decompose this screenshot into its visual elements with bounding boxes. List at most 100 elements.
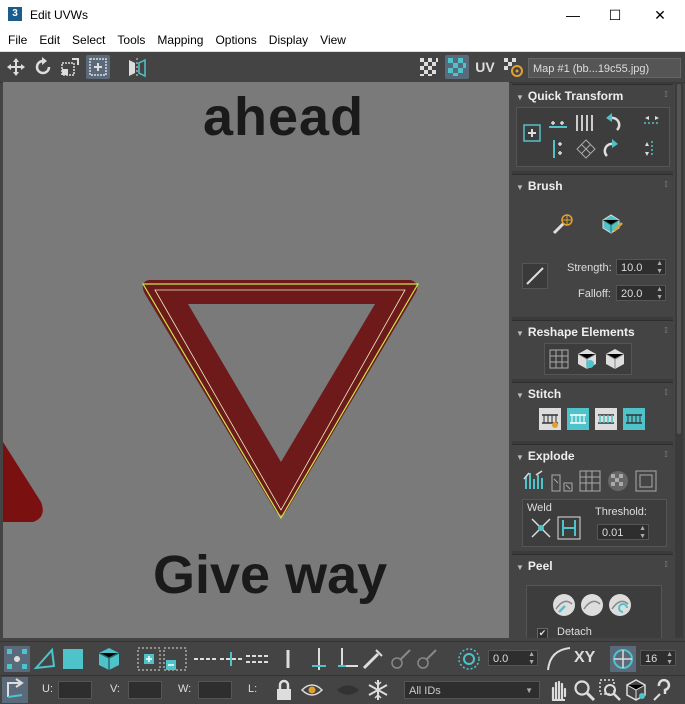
- space-vertical-icon[interactable]: [573, 112, 595, 134]
- align-horizontal-icon[interactable]: [547, 112, 569, 134]
- paint-brush-icon[interactable]: [550, 211, 576, 237]
- menu-display[interactable]: Display: [263, 30, 314, 51]
- split-frame-icon[interactable]: [634, 469, 658, 493]
- u-field[interactable]: [58, 681, 92, 699]
- zoom-extents-icon[interactable]: [624, 678, 648, 702]
- menu-options[interactable]: Options: [209, 30, 262, 51]
- explode-header[interactable]: ▼ Explode: [516, 449, 575, 463]
- angle-spinner[interactable]: 0.0 ▲ ▼: [488, 650, 538, 666]
- loop-grow-icon[interactable]: [218, 646, 244, 672]
- split-polygons-icon[interactable]: [550, 469, 574, 493]
- hide-selection-icon[interactable]: [300, 678, 324, 702]
- unhide-icon[interactable]: [336, 678, 360, 702]
- falloff-spinner[interactable]: 20.0 ▲ ▼: [616, 285, 666, 301]
- peel-reset-icon[interactable]: [607, 592, 633, 618]
- break-icon[interactable]: [522, 469, 546, 493]
- split-checker-icon[interactable]: [606, 469, 630, 493]
- straighten-icon[interactable]: [547, 347, 571, 371]
- minimize-button[interactable]: —: [558, 4, 588, 26]
- xy-space-button[interactable]: XY: [574, 649, 595, 667]
- mirror-tool-button[interactable]: [125, 55, 149, 79]
- checker-icon: [420, 58, 438, 76]
- peel-mode-icon[interactable]: [579, 592, 605, 618]
- menu-edit[interactable]: Edit: [33, 30, 66, 51]
- reshape-elements-header[interactable]: ▼ Reshape Elements: [516, 325, 635, 339]
- relax-shape-icon[interactable]: [575, 347, 599, 371]
- align-center-icon[interactable]: [521, 122, 543, 144]
- edge-distance-icon[interactable]: [610, 646, 636, 672]
- v-label: V:: [110, 683, 120, 695]
- vertex-select-icon[interactable]: [4, 646, 30, 672]
- quick-peel-icon[interactable]: [551, 592, 577, 618]
- flip-horizontal-icon[interactable]: [641, 112, 663, 134]
- falloff-curve-icon[interactable]: [546, 646, 572, 672]
- freeform-tool-button[interactable]: [86, 55, 110, 79]
- zoom-region-icon[interactable]: [598, 678, 622, 702]
- split-grid-icon[interactable]: [578, 469, 602, 493]
- move-tool-button[interactable]: [4, 55, 28, 79]
- ring-select-icon[interactable]: [244, 646, 270, 672]
- v-field[interactable]: [128, 681, 162, 699]
- freeze-icon[interactable]: [366, 678, 390, 702]
- flip-vertical-icon[interactable]: [641, 138, 663, 160]
- uv-viewport[interactable]: ahead Give way: [3, 82, 509, 638]
- menu-tools[interactable]: Tools: [111, 30, 151, 51]
- relax-brush-icon[interactable]: [598, 211, 624, 237]
- ring-shrink-icon[interactable]: [306, 646, 332, 672]
- peel-header[interactable]: ▼ Peel: [516, 559, 553, 573]
- rotate-cw-icon[interactable]: [601, 138, 623, 160]
- lock-icon[interactable]: [272, 678, 296, 702]
- brush-header[interactable]: ▼ Brush: [516, 179, 563, 193]
- panel-scrollbar[interactable]: [675, 82, 683, 638]
- grow-selection-icon[interactable]: [136, 646, 162, 672]
- align-vertical-icon[interactable]: [547, 138, 569, 160]
- element-select-icon[interactable]: [96, 646, 122, 672]
- absolute-offset-icon[interactable]: [2, 677, 28, 703]
- stitch-header[interactable]: ▼ Stitch: [516, 387, 561, 401]
- stitch-target-icon[interactable]: [622, 407, 646, 431]
- pan-hand-icon[interactable]: [546, 678, 570, 702]
- shrink-selection-icon[interactable]: [162, 646, 188, 672]
- detach-checkbox[interactable]: ✔: [537, 628, 548, 638]
- loop-select-icon[interactable]: [192, 646, 218, 672]
- rotate-ccw-icon[interactable]: [601, 112, 623, 134]
- scale-tool-button[interactable]: [58, 55, 82, 79]
- weld-selected-icon[interactable]: [529, 516, 553, 540]
- edge-select-icon[interactable]: [32, 646, 58, 672]
- w-field[interactable]: [198, 681, 232, 699]
- box-shape-icon[interactable]: [603, 347, 627, 371]
- paint-select-icon[interactable]: [360, 646, 386, 672]
- grid-size-spinner[interactable]: 16 ▲ ▼: [640, 650, 676, 666]
- brush-line-icon[interactable]: [522, 263, 548, 289]
- rotate-tool-button[interactable]: [31, 55, 55, 79]
- help-icon[interactable]: [652, 678, 676, 702]
- stitch-average-icon[interactable]: [594, 407, 618, 431]
- menu-file[interactable]: File: [0, 30, 33, 51]
- uv-axis-button[interactable]: UV: [473, 55, 497, 79]
- checker-pattern-button[interactable]: [445, 55, 469, 79]
- zoom-icon[interactable]: [572, 678, 596, 702]
- stitch-custom-icon[interactable]: [538, 407, 562, 431]
- paint-shrink-icon[interactable]: [414, 646, 440, 672]
- soft-selection-icon[interactable]: [456, 646, 482, 672]
- checker-toggle-button[interactable]: [417, 55, 441, 79]
- select-by-angle-icon[interactable]: [334, 646, 360, 672]
- menu-view[interactable]: View: [314, 30, 352, 51]
- menu-mapping[interactable]: Mapping: [151, 30, 209, 51]
- show-map-button[interactable]: [501, 55, 525, 79]
- quick-transform-header[interactable]: ▼ Quick Transform: [516, 89, 623, 103]
- face-select-icon[interactable]: [60, 646, 86, 672]
- ring-grow-icon[interactable]: [278, 646, 298, 672]
- maximize-button[interactable]: ☐: [600, 4, 630, 26]
- stitch-source-icon[interactable]: [566, 407, 590, 431]
- material-id-dropdown[interactable]: All IDs ▼: [404, 681, 540, 699]
- menu-select[interactable]: Select: [66, 30, 111, 51]
- map-dropdown[interactable]: Map #1 (bb...19c55.jpg): [528, 58, 681, 78]
- paint-grow-icon[interactable]: [388, 646, 414, 672]
- scrollbar-thumb[interactable]: [677, 84, 681, 434]
- weld-target-icon[interactable]: [557, 516, 581, 540]
- threshold-spinner[interactable]: 0.01 ▲ ▼: [597, 524, 649, 540]
- space-grid-icon[interactable]: [575, 138, 597, 160]
- strength-spinner[interactable]: 10.0 ▲ ▼: [616, 259, 666, 275]
- close-button[interactable]: ✕: [645, 4, 675, 26]
